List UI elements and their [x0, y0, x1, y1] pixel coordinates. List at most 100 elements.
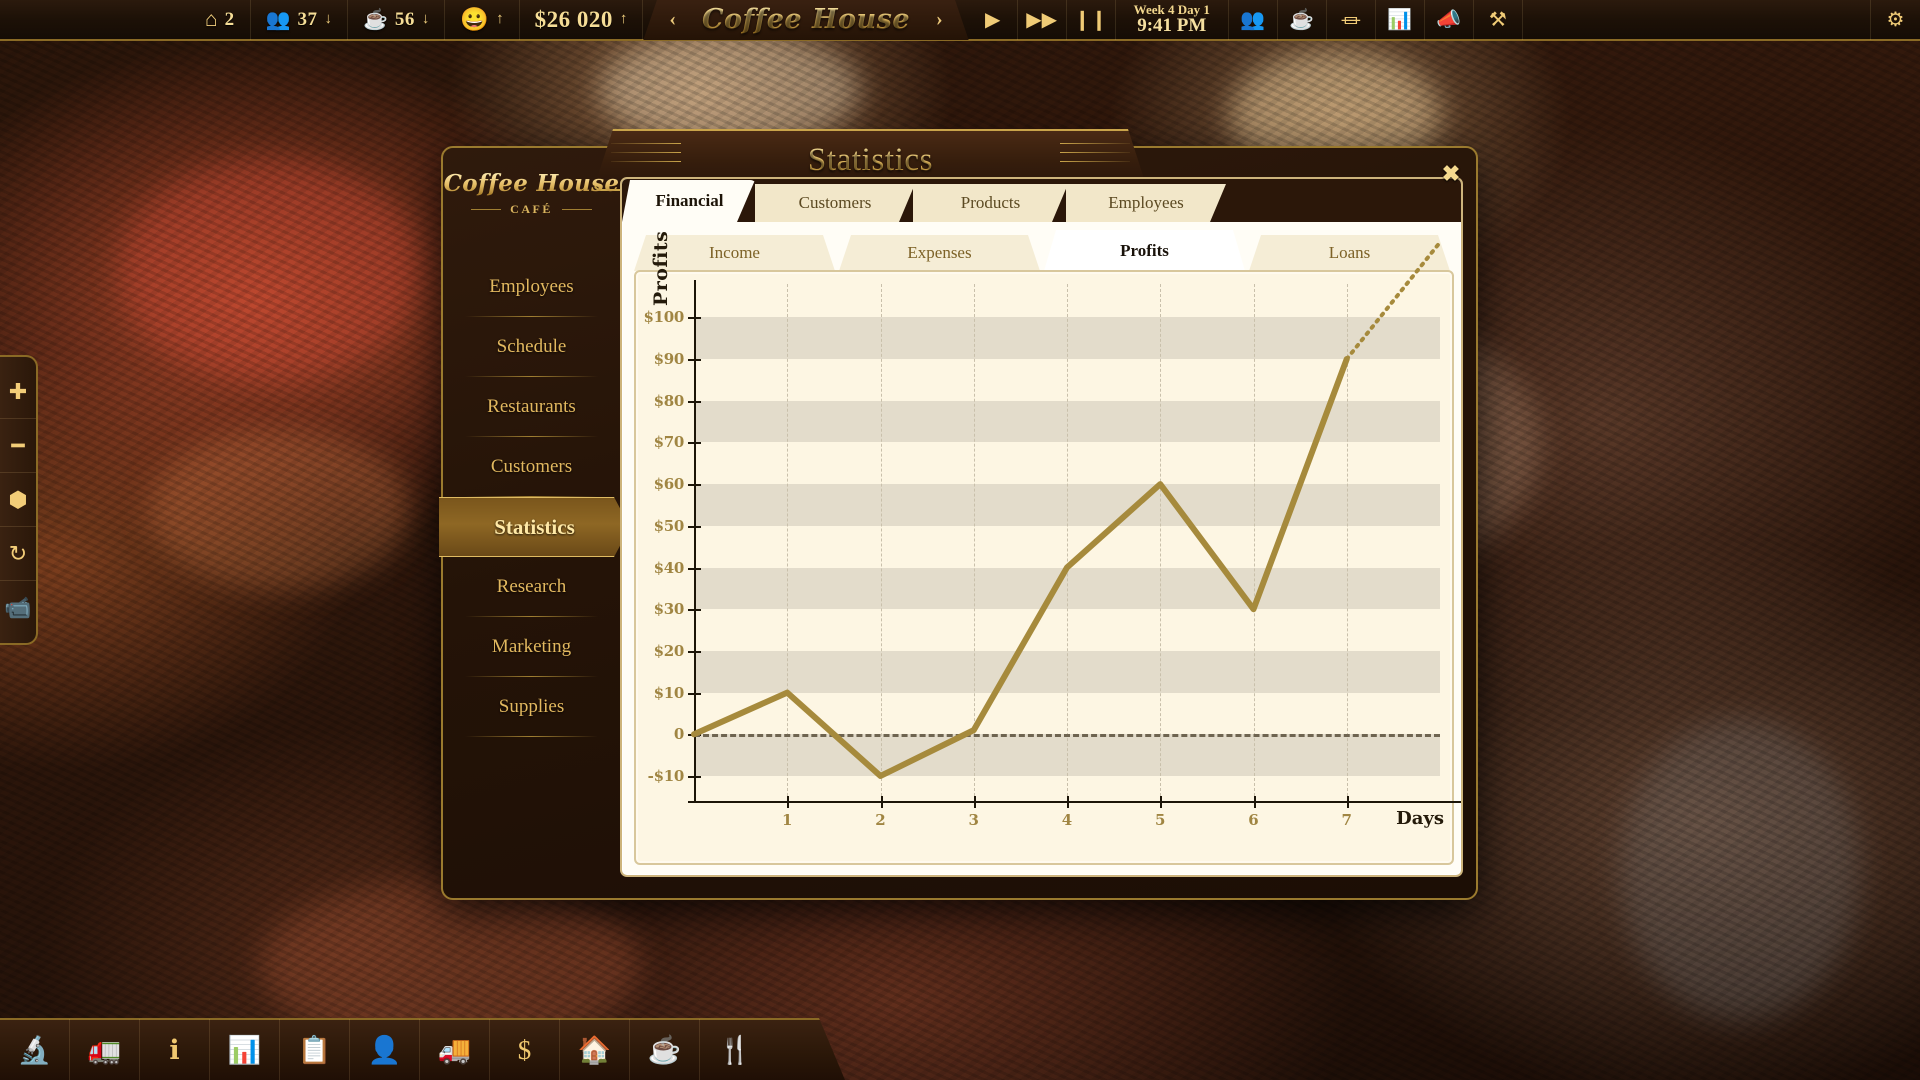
- next-city-icon[interactable]: ›: [936, 8, 943, 31]
- sidebar-item-employees[interactable]: Employees: [443, 257, 620, 317]
- sidebar-item-label: Research: [496, 576, 567, 597]
- construction-button[interactable]: 🚛: [70, 1019, 140, 1080]
- topbar-stat-coffee[interactable]: ☕ 56 ↓: [348, 0, 446, 40]
- topbar-money[interactable]: $26 020 ↑: [520, 0, 644, 40]
- sidebar-item-label: Statistics: [494, 514, 575, 539]
- page-title: Statistics: [807, 141, 934, 178]
- customers-trend-icon: ↓: [324, 11, 333, 27]
- tab-label: Financial: [655, 191, 724, 210]
- bulldozer-icon: 🚛: [87, 1035, 122, 1065]
- products-button[interactable]: ☕: [1278, 0, 1327, 40]
- topbar-left-filler: [0, 0, 190, 40]
- tab-label: Customers: [798, 193, 872, 212]
- statistics-button[interactable]: 📊: [210, 1019, 280, 1080]
- city-name: Coffee House: [701, 4, 910, 35]
- camera-view-button[interactable]: 📹: [0, 581, 36, 635]
- menu-button[interactable]: 🍴: [700, 1019, 770, 1080]
- chart-x-tick-label: 7: [1341, 811, 1352, 829]
- zoom-out-button[interactable]: ━: [0, 419, 36, 473]
- info-button[interactable]: ℹ: [140, 1019, 210, 1080]
- topbar-stat-restaurants[interactable]: ⌂ 2: [190, 0, 251, 40]
- tab-employees[interactable]: Employees: [1066, 184, 1226, 222]
- chart-plot-area: $100 $90 $80 $70 $60 $50 $40 $30 $20 $10 0 -$10 123…: [643, 240, 1461, 829]
- statistics-window: Statistics ✖ Coffee House CAFÉ Employees…: [441, 129, 1478, 900]
- game-clock: Week 4 Day 1 9:41 PM: [1116, 0, 1229, 40]
- primary-tab-bar: Financial Customers Products Employees: [622, 179, 1461, 222]
- build-button[interactable]: ⚒: [1474, 0, 1523, 40]
- sidebar-item-label: Marketing: [491, 636, 572, 657]
- furniture-button[interactable]: ⏛: [1327, 0, 1376, 40]
- cutlery-gear-icon: 🍴: [718, 1035, 752, 1065]
- zoom-in-button[interactable]: ✚: [0, 365, 36, 419]
- tab-bar-filler: [1224, 184, 1461, 222]
- prev-city-icon[interactable]: ‹: [669, 8, 676, 31]
- tab-profits[interactable]: Profits: [1044, 230, 1245, 271]
- close-button[interactable]: ✖: [1436, 159, 1466, 189]
- topbar-stat-satisfaction[interactable]: 😀 ↑: [445, 0, 520, 40]
- tab-label: Products: [960, 193, 1021, 212]
- rotate-view-button[interactable]: ↻: [0, 527, 36, 581]
- chart-x-tick: [880, 796, 883, 808]
- sidebar-item-customers[interactable]: Customers: [443, 437, 620, 497]
- sidebar-item-research[interactable]: Research: [443, 557, 620, 617]
- customers-icon: 👥: [265, 8, 291, 31]
- sidebar-item-marketing[interactable]: Marketing: [443, 617, 620, 677]
- statistics-button[interactable]: 📊: [1376, 0, 1425, 40]
- marketing-button[interactable]: 📣: [1425, 0, 1474, 40]
- tasks-button[interactable]: 📋: [280, 1019, 350, 1080]
- brand-name: Coffee House: [443, 170, 620, 197]
- settings-button[interactable]: ⚙: [1871, 0, 1920, 40]
- clock-week: Week 4 Day 1: [1133, 1, 1210, 17]
- sidebar-nav: Employees Schedule Restaurants Customers…: [443, 257, 620, 737]
- products-button[interactable]: ☕: [630, 1019, 700, 1080]
- tab-products[interactable]: Products: [913, 184, 1068, 222]
- finance-button[interactable]: $: [490, 1019, 560, 1080]
- coffee-trend-icon: ↓: [421, 11, 430, 27]
- tab-customers[interactable]: Customers: [755, 184, 915, 222]
- profits-chart-card: Profits Days $100 $90 $80 $70 $60 $50 $40 $30 $2…: [634, 231, 1461, 865]
- play-icon: ▶: [984, 9, 1001, 31]
- topbar-stat-customers[interactable]: 👥 37 ↓: [251, 0, 349, 40]
- tab-expenses[interactable]: Expenses: [839, 235, 1040, 271]
- sidebar-item-statistics[interactable]: Statistics: [439, 497, 630, 557]
- pause-button[interactable]: ❙❙: [1067, 0, 1116, 40]
- rotate-icon: ↻: [8, 540, 28, 566]
- window-content: Financial Customers Products Employees I…: [620, 177, 1463, 877]
- employees-button[interactable]: 👤: [350, 1019, 420, 1080]
- employees-button[interactable]: 👥: [1229, 0, 1278, 40]
- sidebar-item-supplies[interactable]: Supplies: [443, 677, 620, 737]
- chart-x-tick-label: 5: [1155, 811, 1166, 829]
- chart-y-tick-label: $40: [653, 558, 685, 577]
- tab-label: Expenses: [907, 243, 972, 262]
- microscope-gear-icon: 🔬: [17, 1035, 52, 1065]
- sidebar-item-restaurants[interactable]: Restaurants: [443, 377, 620, 437]
- chart-x-tick: [1253, 796, 1256, 808]
- tab-financial[interactable]: Financial: [622, 180, 757, 222]
- chart-x-tick-label: 3: [968, 811, 979, 829]
- view-mode-button[interactable]: ⬢: [0, 473, 36, 527]
- chart-y-tick-label: $10: [653, 683, 685, 702]
- chart-x-tick-label: 1: [782, 811, 793, 829]
- sidebar-item-label: Employees: [489, 276, 574, 297]
- employee-money-icon: 👤: [367, 1035, 402, 1065]
- real-estate-button[interactable]: 🏠: [560, 1019, 630, 1080]
- sidebar-item-schedule[interactable]: Schedule: [443, 317, 620, 377]
- topbar-spacer: [1523, 0, 1871, 40]
- tab-label: Profits: [1120, 240, 1169, 260]
- customers-count: 37: [297, 8, 318, 30]
- title-decoration-right: [1060, 143, 1130, 177]
- megaphone-icon: 📣: [1436, 9, 1462, 31]
- supplies-button[interactable]: 🚚: [420, 1019, 490, 1080]
- brand-subtitle: CAFÉ: [444, 202, 620, 217]
- chart-x-tick: [787, 796, 790, 808]
- play-button[interactable]: ▶: [969, 0, 1018, 40]
- chart-series-profits: [691, 240, 1442, 779]
- chart-y-tick-label: $90: [653, 350, 685, 369]
- chart-y-tick-label: $60: [653, 475, 685, 494]
- research-button[interactable]: 🔬: [0, 1019, 70, 1080]
- fast-forward-button[interactable]: ▶▶: [1018, 0, 1067, 40]
- chart-y-tick-label: 0: [673, 725, 684, 744]
- city-selector[interactable]: ‹ Coffee House ›: [643, 0, 968, 40]
- chart-x-tick: [1160, 796, 1163, 808]
- smiley-icon: 😀: [460, 7, 490, 32]
